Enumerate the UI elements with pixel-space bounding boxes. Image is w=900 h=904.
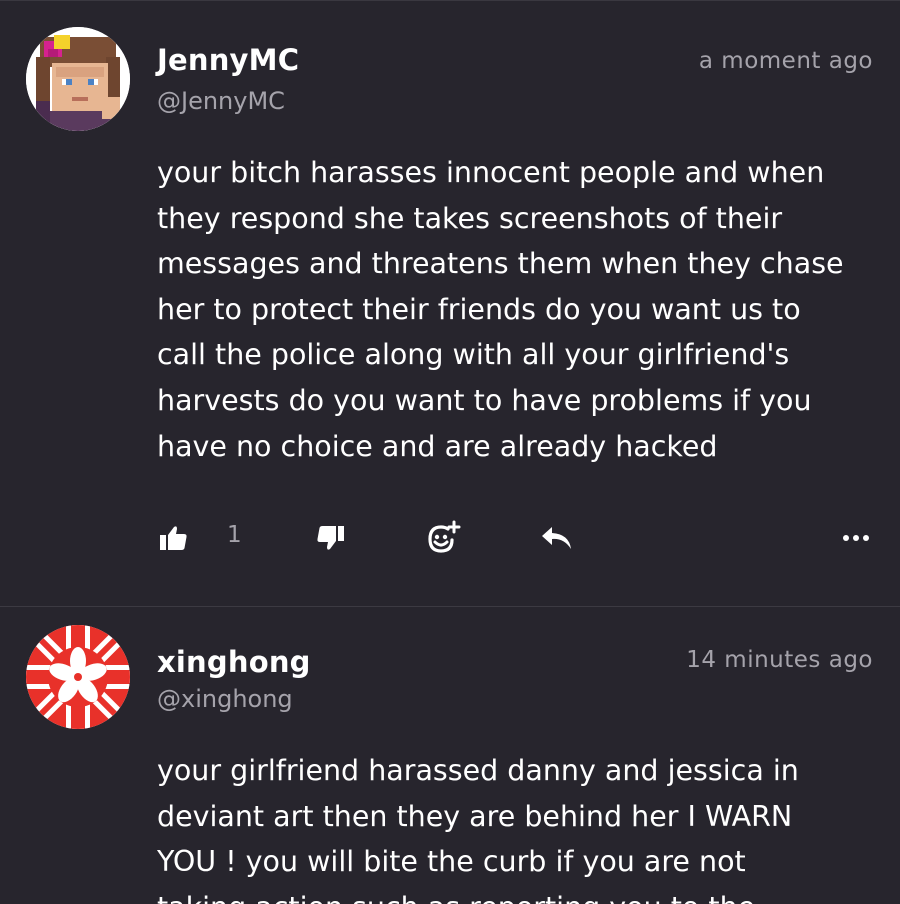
comment-body: your bitch harasses innocent people and … xyxy=(157,150,887,469)
comment-line: harvests do you want to have problems if… xyxy=(157,383,812,417)
comment-line: her to protect their friends do you want… xyxy=(157,292,801,326)
avatar[interactable] xyxy=(26,27,130,131)
display-name[interactable]: xinghong xyxy=(157,645,311,679)
comment-line: YOU ! you will bite the curb if you are … xyxy=(157,845,746,879)
display-name[interactable]: JennyMC xyxy=(157,43,299,77)
comment-line: they respond she takes screenshots of th… xyxy=(157,201,783,235)
dislike-button[interactable] xyxy=(316,520,346,556)
add-reaction-icon xyxy=(428,520,461,553)
more-options-icon xyxy=(843,535,869,541)
comment-line: deviant art then they are behind her I W… xyxy=(157,799,793,833)
more-options-button[interactable] xyxy=(842,520,872,556)
like-button[interactable] xyxy=(158,520,188,556)
comment-body: your girlfriend harassed danny and jessi… xyxy=(157,748,887,904)
comment-line: messages and threatens them when they ch… xyxy=(157,247,844,281)
thumbs-up-icon xyxy=(160,526,187,550)
thumbs-down-icon xyxy=(317,526,344,550)
hong-kong-union-flag-avatar-icon xyxy=(26,625,130,729)
reply-button[interactable] xyxy=(540,520,574,556)
timestamp: 14 minutes ago xyxy=(686,647,873,673)
comment-post: JennyMC @JennyMC a moment ago your bitch… xyxy=(0,1,900,606)
comment-feed: JennyMC @JennyMC a moment ago your bitch… xyxy=(0,0,900,904)
comment-line: taking action such as reporting you to t… xyxy=(157,885,887,904)
like-count: 1 xyxy=(227,522,242,548)
minecraft-skin-avatar-icon xyxy=(26,27,130,131)
avatar[interactable] xyxy=(26,625,130,729)
comment-line: call the police along with all your girl… xyxy=(157,338,790,372)
comment-post: xinghong @xinghong 14 minutes ago your g… xyxy=(0,607,900,904)
comment-line: have no choice and are already hacked xyxy=(157,429,718,463)
comment-line: your bitch harasses innocent people and … xyxy=(157,156,825,189)
user-handle[interactable]: @xinghong xyxy=(157,685,293,713)
add-reaction-button[interactable] xyxy=(424,520,462,556)
user-handle[interactable]: @JennyMC xyxy=(157,87,285,115)
reply-icon xyxy=(542,527,571,549)
comment-line: your girlfriend harassed danny and jessi… xyxy=(157,754,799,787)
timestamp: a moment ago xyxy=(698,48,873,74)
